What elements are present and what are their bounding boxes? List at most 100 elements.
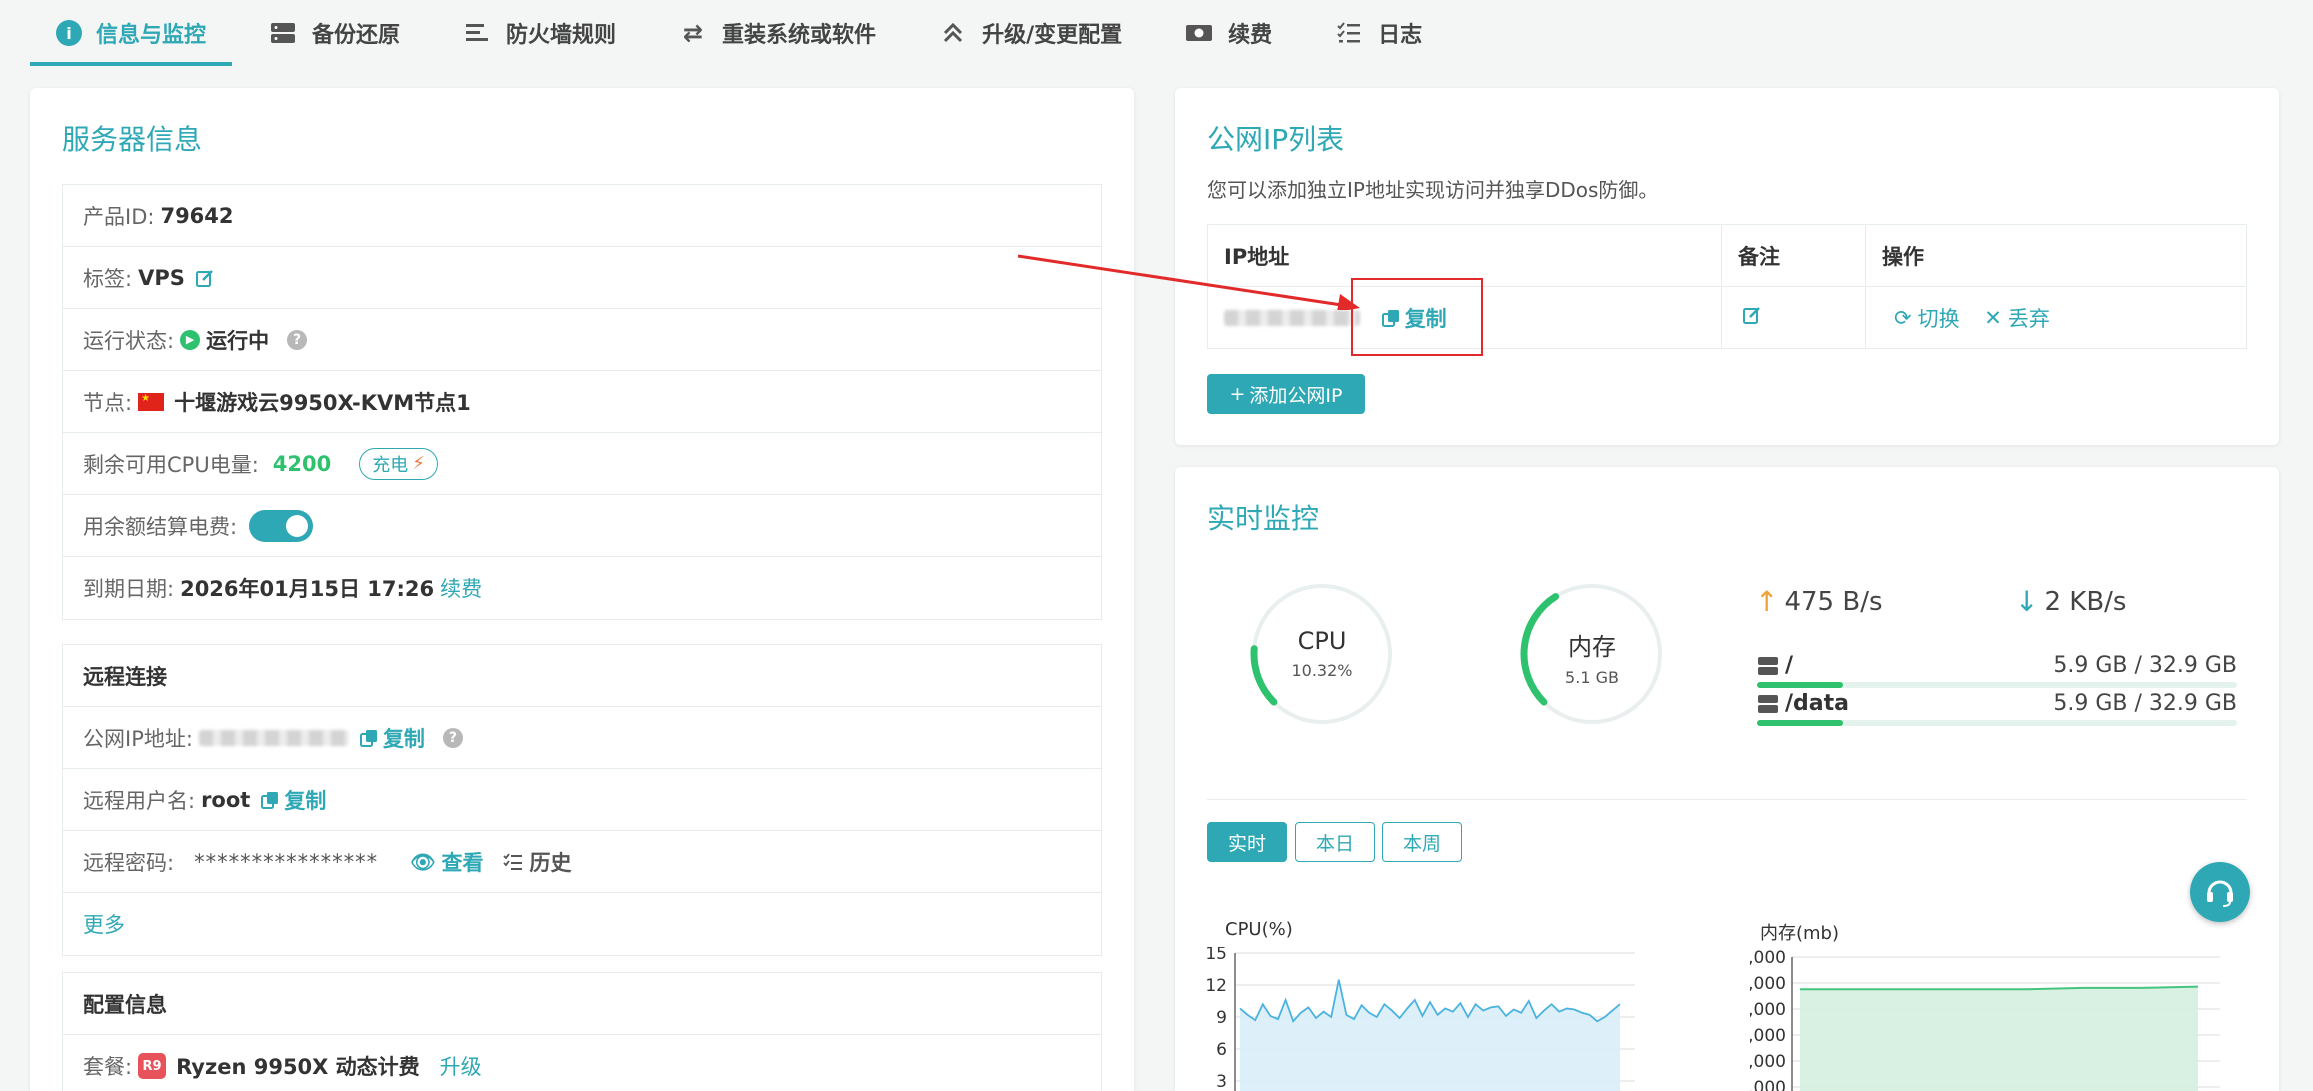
status-row: 运行状态: ▶ 运行中 ? bbox=[63, 309, 1101, 371]
memory-chart: ,000 ,000 ,000 ,000 ,000 ,000 bbox=[1750, 948, 2220, 1091]
monitor-card: 实时监控 CPU 10.32% 内存 5.1 GB ↑ 475 B/s ↓ 2 … bbox=[1175, 467, 2279, 1091]
memory-area bbox=[1800, 986, 2198, 1091]
range-today-button[interactable]: 本日 bbox=[1295, 822, 1375, 862]
server-info-group: 产品ID: 79642 标签: VPS 运行状态: ▶ 运行中 ? 节点: 十堰… bbox=[62, 184, 1102, 620]
remote-user-value: root bbox=[201, 787, 251, 812]
cpu-area bbox=[1240, 979, 1620, 1091]
play-icon: ▶ bbox=[180, 329, 201, 350]
col-action: 操作 bbox=[1865, 224, 2247, 287]
plus-icon: + bbox=[1229, 383, 1246, 405]
memory-line bbox=[1800, 985, 2199, 991]
range-week-button[interactable]: 本周 bbox=[1382, 822, 1462, 862]
support-button[interactable] bbox=[2190, 862, 2250, 922]
r9-badge: R9 bbox=[138, 1053, 167, 1079]
ip-value-blurred bbox=[1224, 309, 1360, 326]
balance-toggle[interactable] bbox=[249, 509, 314, 542]
copy-user-button[interactable]: 复制 bbox=[260, 785, 326, 815]
checklist-icon bbox=[503, 852, 523, 870]
disk-data-usage: 5.9 GB / 32.9 GB bbox=[2053, 691, 2237, 716]
charge-button[interactable]: 充电 ⚡ bbox=[359, 447, 438, 480]
cpu-chart: 15 12 9 6 3 bbox=[1205, 947, 1635, 1091]
public-ip-value-blurred bbox=[198, 729, 349, 746]
tab-upgrade[interactable]: 升级/变更配置 bbox=[912, 0, 1148, 66]
y-tick-label: 12 bbox=[1205, 976, 1227, 996]
status-value: 运行中 bbox=[206, 328, 270, 353]
tab-reinstall[interactable]: ⇄ 重装系统或软件 bbox=[652, 0, 902, 66]
expire-row: 到期日期: 2026年01月15日 17:26 续费 bbox=[63, 557, 1101, 619]
arrow-down-icon: ↓ bbox=[2015, 585, 2039, 618]
memory-label: 内存 bbox=[1568, 633, 1616, 661]
remote-group: 远程连接 公网IP地址: 复制 ? 远程用户名: root 复制 远程密码: *… bbox=[62, 644, 1102, 956]
disk-data-bar bbox=[1757, 720, 2237, 726]
server-info-card: 服务器信息 产品ID: 79642 标签: VPS 运行状态: ▶ 运行中 ? … bbox=[30, 88, 1134, 1091]
eye-icon: 👁 bbox=[410, 849, 436, 874]
remote-password-row: 远程密码: **************** 👁 查看 历史 bbox=[63, 831, 1101, 893]
copy-ip-button[interactable]: 复制 bbox=[359, 723, 425, 753]
ip-list-title: 公网IP列表 bbox=[1207, 123, 1345, 156]
tab-label: 续费 bbox=[1228, 23, 1273, 48]
view-password-button[interactable]: 👁 查看 bbox=[410, 847, 483, 877]
plan-value: Ryzen 9950X 动态计费 bbox=[176, 1055, 420, 1079]
memory-value: 5.1 GB bbox=[1565, 668, 1619, 687]
range-realtime-button[interactable]: 实时 bbox=[1207, 822, 1287, 862]
y-tick-label: 3 bbox=[1216, 1072, 1227, 1091]
refresh-icon: ⟳ bbox=[1894, 305, 1912, 330]
y-tick-label: 6 bbox=[1216, 1040, 1227, 1060]
tab-info-monitor[interactable]: i 信息与监控 bbox=[30, 0, 233, 66]
discard-ip-button[interactable]: ✕ 丢弃 bbox=[1984, 303, 2050, 333]
add-ip-button[interactable]: + 添加公网IP bbox=[1207, 374, 1365, 414]
tab-backup[interactable]: 备份还原 bbox=[242, 0, 426, 66]
renew-link[interactable]: 续费 bbox=[440, 573, 482, 603]
cpu-power-value: 4200 bbox=[272, 451, 332, 476]
tag-value: VPS bbox=[138, 265, 185, 290]
more-link[interactable]: 更多 bbox=[83, 909, 125, 939]
top-tabs: i 信息与监控 备份还原 防火墙规则 ⇄ 重装系统或软件 升级/变更配置 续费 … bbox=[30, 0, 2300, 66]
y-tick-label: ,000 bbox=[1750, 1078, 1786, 1091]
help-icon[interactable]: ? bbox=[287, 329, 308, 350]
config-group: 配置信息 套餐: R9 Ryzen 9950X 动态计费 升级 bbox=[62, 972, 1102, 1091]
ip-list-description: 您可以添加独立IP地址实现访问并独享DDos防御。 bbox=[1207, 178, 1659, 202]
cpu-chart-ylabel: CPU(%) bbox=[1225, 919, 1293, 940]
cpu-gauge-text: CPU 10.32% bbox=[1247, 627, 1397, 680]
password-value: **************** bbox=[194, 849, 379, 874]
tab-label: 防火墙规则 bbox=[506, 23, 617, 48]
col-note: 备注 bbox=[1721, 224, 1866, 287]
memory-chart-ylabel: 内存(mb) bbox=[1760, 923, 1840, 944]
config-title: 配置信息 bbox=[63, 973, 1101, 1035]
tab-firewall[interactable]: 防火墙规则 bbox=[436, 0, 642, 66]
info-icon: i bbox=[56, 20, 82, 46]
disk-root-row: / 5.9 GB / 32.9 GB bbox=[1757, 653, 2237, 688]
help-icon[interactable]: ? bbox=[442, 727, 463, 748]
y-tick-label: ,000 bbox=[1750, 974, 1786, 994]
headset-icon bbox=[2207, 880, 2233, 907]
y-tick-label: 15 bbox=[1205, 947, 1227, 964]
tab-renew[interactable]: 续费 bbox=[1158, 0, 1298, 66]
monitor-title: 实时监控 bbox=[1207, 502, 1320, 535]
swap-icon: ⇄ bbox=[682, 19, 704, 47]
disk-root-usage: 5.9 GB / 32.9 GB bbox=[2053, 653, 2237, 678]
edit-note-icon[interactable] bbox=[1742, 305, 1762, 325]
tab-logs[interactable]: 日志 bbox=[1308, 0, 1448, 66]
edit-icon[interactable] bbox=[195, 268, 215, 288]
password-history-button[interactable]: 历史 bbox=[503, 847, 571, 877]
remote-title: 远程连接 bbox=[63, 645, 1101, 707]
disk-icon bbox=[1758, 656, 1778, 675]
list-icon bbox=[462, 18, 492, 48]
disk-data-row: /data 5.9 GB / 32.9 GB bbox=[1757, 691, 2237, 726]
tag-row: 标签: VPS bbox=[63, 247, 1101, 309]
disk-icon bbox=[1758, 694, 1778, 713]
node-row: 节点: 十堰游戏云9950X-KVM节点1 bbox=[63, 371, 1101, 433]
divider bbox=[1207, 799, 2247, 800]
y-tick-label: ,000 bbox=[1750, 948, 1786, 968]
cpu-power-row: 剩余可用CPU电量: 4200 充电 ⚡ bbox=[63, 433, 1101, 495]
switch-ip-button[interactable]: ⟳ 切换 bbox=[1894, 303, 1960, 333]
close-icon: ✕ bbox=[1984, 305, 2002, 330]
server-info-title: 服务器信息 bbox=[62, 123, 203, 156]
balance-row: 用余额结算电费: bbox=[63, 495, 1101, 557]
cpu-label: CPU bbox=[1297, 627, 1347, 655]
upgrade-link[interactable]: 升级 bbox=[440, 1051, 482, 1081]
disk-root-bar bbox=[1757, 682, 2237, 688]
tab-label: 重装系统或软件 bbox=[722, 23, 877, 48]
public-ip-row: 公网IP地址: 复制 ? bbox=[63, 707, 1101, 769]
arrow-up-icon: ↑ bbox=[1755, 585, 1779, 618]
